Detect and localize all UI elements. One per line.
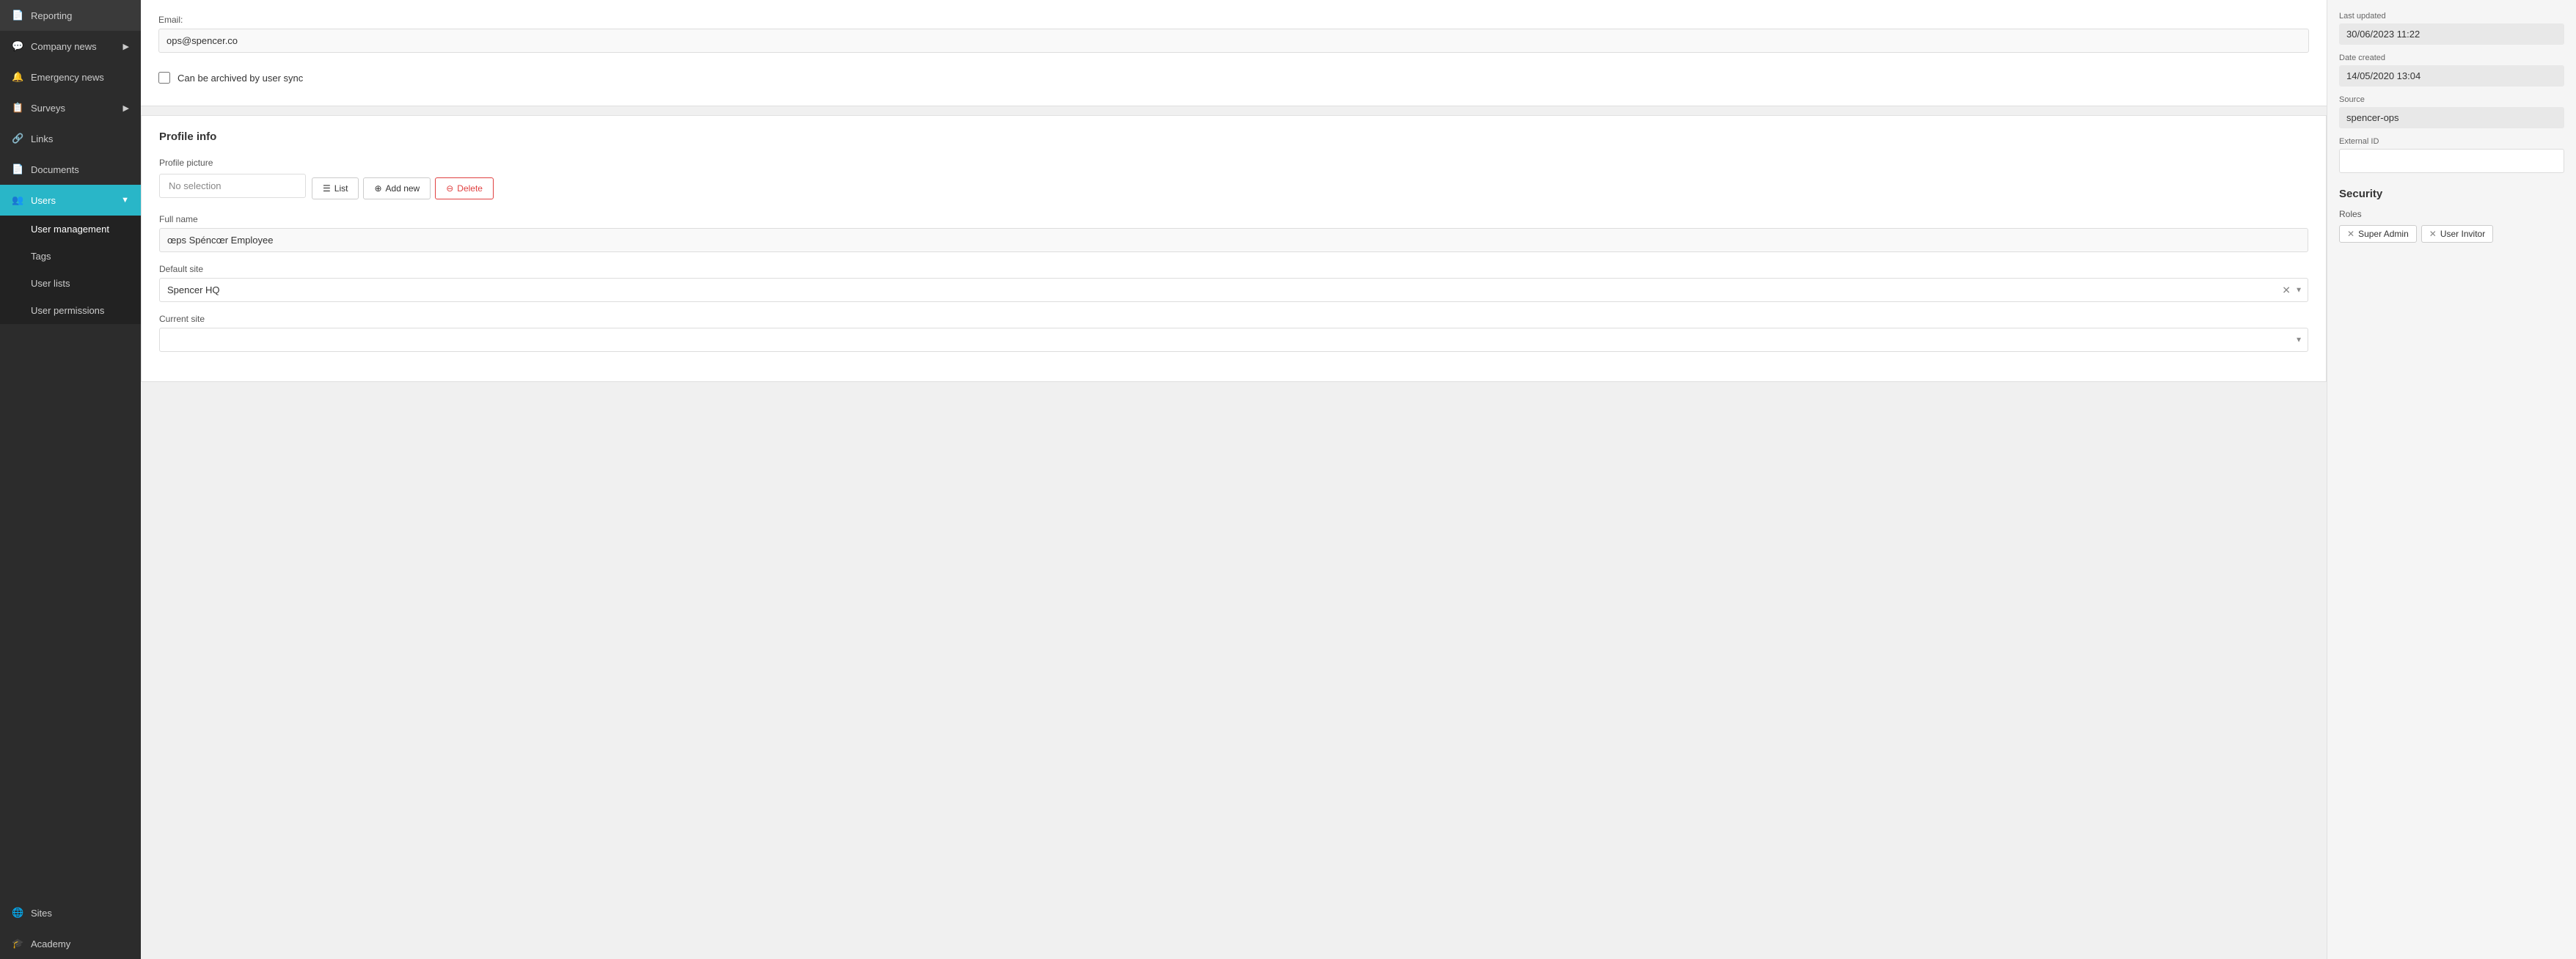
sidebar-item-label: Links bbox=[31, 133, 53, 144]
external-id-field: External ID bbox=[2339, 137, 2564, 173]
sidebar-item-label: Users bbox=[31, 195, 56, 206]
remove-role-icon[interactable]: ✕ bbox=[2347, 229, 2354, 239]
users-icon: 👥 bbox=[12, 194, 23, 206]
role-label: Super Admin bbox=[2358, 229, 2409, 239]
role-badge-user-invitor: ✕ User Invitor bbox=[2421, 225, 2493, 243]
sidebar-sub-item-tags[interactable]: Tags bbox=[0, 243, 141, 270]
links-icon: 🔗 bbox=[12, 133, 23, 144]
date-created-value: 14/05/2020 13:04 bbox=[2339, 65, 2564, 87]
external-id-input[interactable] bbox=[2339, 149, 2564, 173]
date-created-label: Date created bbox=[2339, 54, 2564, 62]
sidebar-item-users[interactable]: 👥 Users ▼ bbox=[0, 185, 141, 216]
chevron-down-icon: ▼ bbox=[121, 196, 129, 205]
list-icon: ☰ bbox=[323, 183, 331, 194]
current-site-label: Current site bbox=[159, 314, 2308, 324]
roles-row: ✕ Super Admin ✕ User Invitor bbox=[2339, 225, 2564, 243]
remove-role-icon[interactable]: ✕ bbox=[2429, 229, 2437, 239]
default-site-label: Default site bbox=[159, 264, 2308, 274]
current-site-select[interactable] bbox=[159, 328, 2308, 352]
profile-picture-buttons: ☰ List ⊕ Add new ⊖ Delete bbox=[312, 177, 494, 199]
archive-checkbox-row: Can be archived by user sync bbox=[158, 65, 2309, 91]
sidebar-sub-item-user-lists[interactable]: User lists bbox=[0, 270, 141, 297]
last-updated-field: Last updated 30/06/2023 11:22 bbox=[2339, 12, 2564, 45]
profile-picture-label: Profile picture bbox=[159, 158, 2308, 168]
full-name-input[interactable] bbox=[159, 228, 2308, 252]
profile-section-title: Profile info bbox=[159, 131, 2308, 143]
security-title: Security bbox=[2339, 188, 2564, 200]
sidebar-item-surveys[interactable]: 📋 Surveys ▶ bbox=[0, 92, 141, 123]
sidebar-item-label: Emergency news bbox=[31, 72, 104, 83]
sub-item-label: User management bbox=[31, 224, 109, 235]
sub-item-label: User permissions bbox=[31, 305, 104, 316]
chevron-right-icon: ▶ bbox=[123, 42, 129, 51]
sidebar-item-emergency-news[interactable]: 🔔 Emergency news bbox=[0, 62, 141, 92]
email-label: Email: bbox=[158, 15, 2309, 25]
delete-button[interactable]: ⊖ Delete bbox=[435, 177, 494, 199]
sidebar-item-label: Company news bbox=[31, 41, 97, 52]
sidebar-item-label: Sites bbox=[31, 908, 52, 919]
role-label: User Invitor bbox=[2440, 229, 2485, 239]
center-panel: Email: Can be archived by user sync Prof… bbox=[141, 0, 2327, 959]
last-updated-value: 30/06/2023 11:22 bbox=[2339, 23, 2564, 45]
sidebar-sub-item-user-permissions[interactable]: User permissions bbox=[0, 297, 141, 324]
external-id-label: External ID bbox=[2339, 137, 2564, 146]
sidebar-item-links[interactable]: 🔗 Links bbox=[0, 123, 141, 154]
sidebar: 📄 Reporting 💬 Company news ▶ 🔔 Emergency… bbox=[0, 0, 141, 959]
profile-picture-field: Profile picture No selection ☰ List ⊕ Ad… bbox=[159, 158, 2308, 199]
default-site-field: Default site Spencer HQ ✕ ▼ bbox=[159, 264, 2308, 302]
email-section: Email: Can be archived by user sync bbox=[141, 0, 2327, 106]
current-site-select-wrapper: ▼ bbox=[159, 328, 2308, 352]
sidebar-item-sites[interactable]: 🌐 Sites bbox=[0, 897, 141, 928]
sidebar-item-company-news[interactable]: 💬 Company news ▶ bbox=[0, 31, 141, 62]
profile-section: Profile info Profile picture No selectio… bbox=[141, 115, 2327, 382]
email-field-container: Email: bbox=[158, 15, 2309, 53]
sidebar-sub-item-user-management[interactable]: User management bbox=[0, 216, 141, 243]
email-input[interactable] bbox=[158, 29, 2309, 53]
main-content: Email: Can be archived by user sync Prof… bbox=[141, 0, 2576, 959]
sidebar-item-label: Reporting bbox=[31, 10, 72, 21]
security-section: Security Roles ✕ Super Admin ✕ User Invi… bbox=[2339, 188, 2564, 243]
date-created-field: Date created 14/05/2020 13:04 bbox=[2339, 54, 2564, 87]
sidebar-item-documents[interactable]: 📄 Documents bbox=[0, 154, 141, 185]
reporting-icon: 📄 bbox=[12, 10, 23, 21]
archive-checkbox-label: Can be archived by user sync bbox=[178, 73, 303, 84]
last-updated-label: Last updated bbox=[2339, 12, 2564, 21]
archive-checkbox[interactable] bbox=[158, 72, 170, 84]
chevron-right-icon: ▶ bbox=[123, 103, 129, 113]
sidebar-item-reporting[interactable]: 📄 Reporting bbox=[0, 0, 141, 31]
roles-label: Roles bbox=[2339, 209, 2564, 219]
default-site-select[interactable]: Spencer HQ bbox=[159, 278, 2308, 302]
surveys-icon: 📋 bbox=[12, 102, 23, 114]
profile-picture-row: No selection ☰ List ⊕ Add new ⊖ bbox=[159, 172, 2308, 199]
add-new-button[interactable]: ⊕ Add new bbox=[363, 177, 431, 199]
delete-icon: ⊖ bbox=[446, 183, 453, 194]
list-button[interactable]: ☰ List bbox=[312, 177, 359, 199]
full-name-label: Full name bbox=[159, 214, 2308, 224]
current-site-field: Current site ▼ bbox=[159, 314, 2308, 352]
emergency-news-icon: 🔔 bbox=[12, 71, 23, 83]
sidebar-item-label: Documents bbox=[31, 164, 79, 175]
sidebar-item-label: Academy bbox=[31, 938, 70, 949]
right-panel: Last updated 30/06/2023 11:22 Date creat… bbox=[2327, 0, 2576, 959]
source-value: spencer-ops bbox=[2339, 107, 2564, 128]
role-badge-super-admin: ✕ Super Admin bbox=[2339, 225, 2417, 243]
select-clear-icon[interactable]: ✕ bbox=[2282, 284, 2291, 296]
sub-item-label: Tags bbox=[31, 251, 51, 262]
sidebar-item-academy[interactable]: 🎓 Academy bbox=[0, 928, 141, 959]
sidebar-item-label: Surveys bbox=[31, 103, 65, 114]
full-name-field: Full name bbox=[159, 214, 2308, 252]
company-news-icon: 💬 bbox=[12, 40, 23, 52]
source-label: Source bbox=[2339, 95, 2564, 104]
meta-section: Last updated 30/06/2023 11:22 Date creat… bbox=[2339, 12, 2564, 173]
academy-icon: 🎓 bbox=[12, 938, 23, 949]
sites-icon: 🌐 bbox=[12, 907, 23, 919]
sub-item-label: User lists bbox=[31, 278, 70, 289]
documents-icon: 📄 bbox=[12, 163, 23, 175]
no-selection-box: No selection bbox=[159, 174, 306, 198]
plus-icon: ⊕ bbox=[374, 183, 381, 194]
source-field: Source spencer-ops bbox=[2339, 95, 2564, 128]
default-site-select-wrapper: Spencer HQ ✕ ▼ bbox=[159, 278, 2308, 302]
